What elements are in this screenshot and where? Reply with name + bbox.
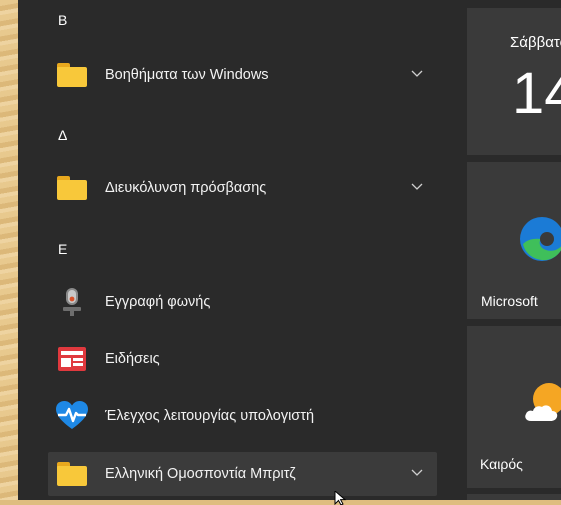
weather-icon bbox=[523, 381, 561, 430]
microphone-icon bbox=[54, 284, 90, 320]
desktop-wallpaper-bottom bbox=[0, 500, 561, 505]
app-item-label: Ελληνική Ομοσποντία Μπριτζ bbox=[105, 466, 296, 482]
chevron-down-icon[interactable] bbox=[409, 65, 425, 81]
app-item-label: Εγγραφή φωνής bbox=[105, 294, 211, 310]
app-item-label: Ειδήσεις bbox=[105, 351, 160, 367]
app-item-accessibility[interactable]: Διευκόλυνση πρόσβασης bbox=[48, 166, 437, 210]
folder-icon bbox=[54, 57, 90, 93]
edge-icon bbox=[519, 216, 561, 267]
group-letter-d[interactable]: Δ bbox=[58, 127, 67, 143]
news-icon bbox=[54, 341, 90, 377]
app-item-windows-accessories[interactable]: Βοηθήματα των Windows bbox=[48, 53, 437, 97]
weather-tile[interactable]: Καιρός bbox=[467, 326, 561, 488]
group-letter-e[interactable]: Ε bbox=[58, 241, 67, 257]
pinned-tiles: Σάββατο 14 Microsoft Καιρός bbox=[467, 0, 561, 500]
group-letter-b[interactable]: Β bbox=[58, 12, 67, 28]
app-item-label: Διευκόλυνση πρόσβασης bbox=[105, 180, 267, 196]
mouse-cursor-icon bbox=[334, 491, 347, 505]
app-item-label: Βοηθήματα των Windows bbox=[105, 67, 269, 83]
calendar-day-number: 14 bbox=[512, 61, 561, 126]
desktop-wallpaper bbox=[0, 0, 18, 505]
edge-tile-label: Microsoft bbox=[481, 293, 538, 309]
next-tile[interactable] bbox=[467, 494, 561, 500]
weather-tile-label: Καιρός bbox=[480, 456, 523, 472]
app-list[interactable]: Β Βοηθήματα των Windows Δ Διευκόλυνση πρ… bbox=[18, 0, 463, 500]
calendar-tile[interactable]: Σάββατο 14 bbox=[467, 8, 561, 155]
health-check-icon bbox=[54, 398, 90, 434]
calendar-day-name: Σάββατο bbox=[510, 34, 561, 51]
chevron-down-icon[interactable] bbox=[409, 178, 425, 194]
edge-tile[interactable]: Microsoft bbox=[467, 162, 561, 319]
chevron-down-icon[interactable] bbox=[409, 464, 425, 480]
app-item-voice-recorder[interactable]: Εγγραφή φωνής bbox=[48, 280, 437, 324]
app-item-label: Έλεγχος λειτουργίας υπολογιστή bbox=[105, 408, 315, 424]
app-item-hellenic-bridge-federation[interactable]: Ελληνική Ομοσποντία Μπριτζ bbox=[48, 452, 437, 496]
folder-icon bbox=[54, 170, 90, 206]
folder-icon bbox=[54, 456, 90, 492]
app-item-pc-health-check[interactable]: Έλεγχος λειτουργίας υπολογιστή bbox=[48, 394, 437, 438]
start-menu: Β Βοηθήματα των Windows Δ Διευκόλυνση πρ… bbox=[18, 0, 561, 500]
app-item-news[interactable]: Ειδήσεις bbox=[48, 337, 437, 381]
